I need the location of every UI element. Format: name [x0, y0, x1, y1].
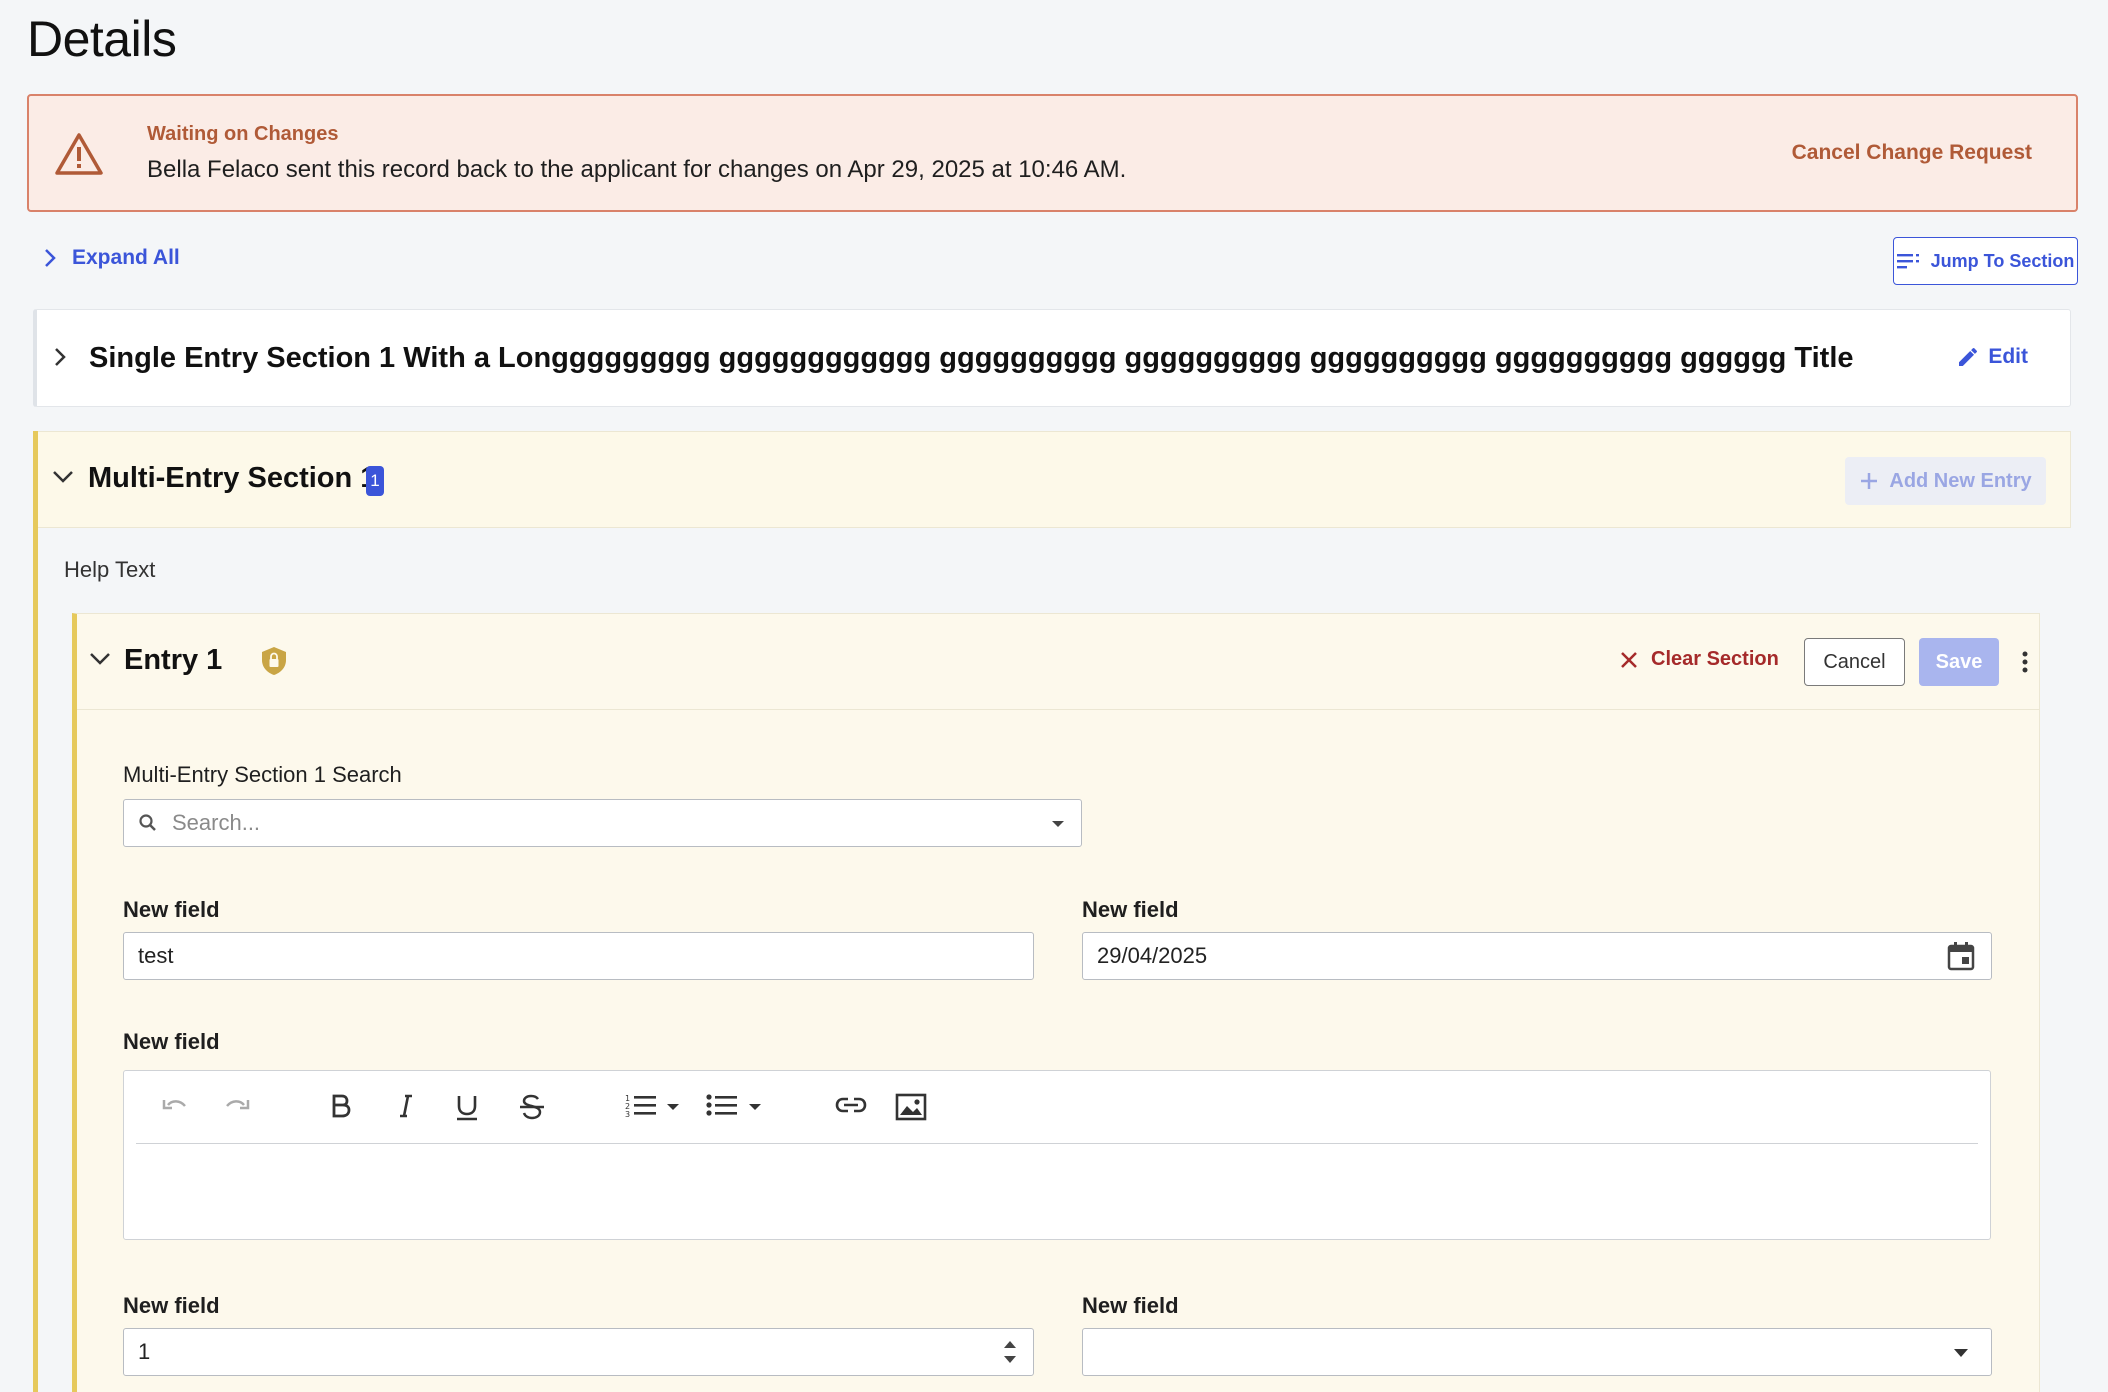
svg-text:3: 3	[625, 1110, 630, 1119]
date-field-input[interactable]: 29/04/2025	[1082, 932, 1992, 980]
image-icon[interactable]	[895, 1093, 927, 1121]
add-new-entry-button[interactable]: Add New Entry	[1845, 457, 2046, 505]
chevron-right-icon[interactable]	[53, 346, 67, 368]
search-placeholder: Search...	[172, 810, 261, 835]
jump-to-section-button[interactable]: Jump To Section	[1893, 237, 2078, 285]
multi-entry-section: Multi-Entry Section 1 1 Add New Entry He…	[33, 431, 2071, 1392]
pencil-icon	[1959, 348, 1978, 366]
chevron-down-icon[interactable]	[89, 652, 111, 666]
text-field-input[interactable]: test	[123, 932, 1034, 980]
cancel-change-request-button[interactable]: Cancel Change Request	[1792, 141, 2032, 165]
text-field-label: New field	[123, 897, 220, 922]
bold-icon[interactable]	[330, 1093, 352, 1119]
waiting-on-changes-alert: Waiting on Changes Bella Felaco sent thi…	[27, 94, 2078, 212]
number-field-label: New field	[123, 1293, 220, 1318]
select-field-input[interactable]	[1082, 1328, 1992, 1376]
select-field-label: New field	[1082, 1293, 1179, 1318]
page-title: Details	[27, 11, 177, 67]
entry-header: Entry 1 Clear Section Cancel Save	[77, 614, 2039, 710]
date-field-label: New field	[1082, 897, 1179, 922]
clear-section-label: Clear Section	[1651, 648, 1779, 670]
entry-card: Entry 1 Clear Section Cancel Save	[72, 613, 2040, 1392]
section-title: Single Entry Section 1 With a Longgggggg…	[89, 342, 1854, 374]
chevron-down-icon[interactable]	[52, 470, 74, 484]
edit-label: Edit	[1988, 345, 2028, 368]
ordered-list-icon[interactable]: 1 2 3	[624, 1093, 658, 1119]
alert-message: Bella Felaco sent this record back to th…	[147, 156, 1127, 183]
clear-section-button[interactable]: Clear Section	[1619, 648, 1779, 671]
strikethrough-icon[interactable]	[518, 1093, 546, 1121]
single-entry-section: Single Entry Section 1 With a Longgggggg…	[33, 309, 2071, 407]
expand-all-label: Expand All	[72, 246, 180, 269]
text-field-value: test	[138, 943, 174, 968]
italic-icon[interactable]	[396, 1093, 416, 1119]
edit-button[interactable]: Edit	[1956, 345, 2028, 369]
more-options-icon[interactable]	[2021, 650, 2029, 674]
entry-search-input[interactable]: Search...	[123, 799, 1082, 847]
stepper-icon[interactable]	[1003, 1337, 1017, 1367]
multi-entry-section-header: Multi-Entry Section 1 1 Add New Entry	[38, 431, 2071, 528]
bullet-list-caret-icon[interactable]	[748, 1103, 762, 1111]
expand-all-button[interactable]: Expand All	[44, 246, 180, 270]
search-field-label: Multi-Entry Section 1 Search	[123, 762, 402, 787]
link-icon[interactable]	[834, 1093, 868, 1117]
calendar-icon[interactable]	[1947, 941, 1975, 971]
entry-count-badge: 1	[366, 466, 384, 496]
entry-title: Entry 1	[124, 644, 223, 676]
caret-down-icon	[1954, 1349, 1968, 1357]
alert-title: Waiting on Changes	[147, 123, 339, 145]
warning-triangle-icon	[55, 133, 103, 175]
shield-lock-icon	[262, 647, 286, 675]
editor-toolbar: 1 2 3	[136, 1071, 1978, 1144]
caret-down-icon	[1052, 821, 1064, 827]
cancel-button[interactable]: Cancel	[1804, 638, 1905, 686]
search-icon	[139, 814, 156, 831]
redo-icon[interactable]	[222, 1093, 252, 1117]
plus-icon	[1861, 473, 1878, 489]
ordered-list-caret-icon[interactable]	[666, 1103, 680, 1111]
add-new-entry-label: Add New Entry	[1889, 469, 2032, 492]
undo-icon[interactable]	[160, 1093, 190, 1117]
chevron-right-icon	[45, 249, 56, 267]
section-title: Multi-Entry Section 1	[88, 462, 377, 494]
bullet-list-icon[interactable]	[706, 1093, 740, 1119]
number-field-input[interactable]: 1	[123, 1328, 1034, 1376]
list-icon	[1896, 254, 1919, 269]
number-field-value: 1	[138, 1339, 151, 1364]
date-field-value: 29/04/2025	[1097, 943, 1208, 968]
rich-text-field-label: New field	[123, 1029, 220, 1054]
jump-to-section-label: Jump To Section	[1930, 250, 2075, 271]
underline-icon[interactable]	[454, 1093, 480, 1121]
rich-text-editor[interactable]: 1 2 3	[123, 1070, 1991, 1240]
save-button[interactable]: Save	[1919, 638, 1999, 686]
close-icon	[1621, 651, 1637, 668]
help-text: Help Text	[64, 557, 156, 582]
